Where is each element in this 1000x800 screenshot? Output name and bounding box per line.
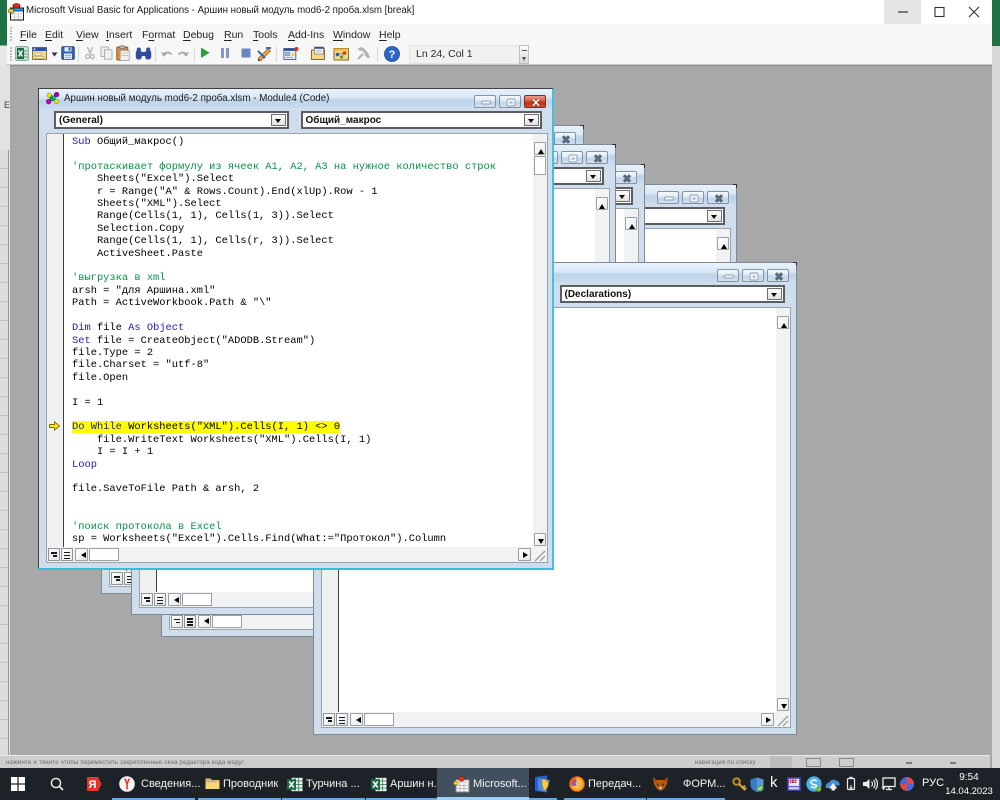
svg-text:Я: Я <box>89 779 97 791</box>
svg-text:?: ? <box>389 49 396 61</box>
